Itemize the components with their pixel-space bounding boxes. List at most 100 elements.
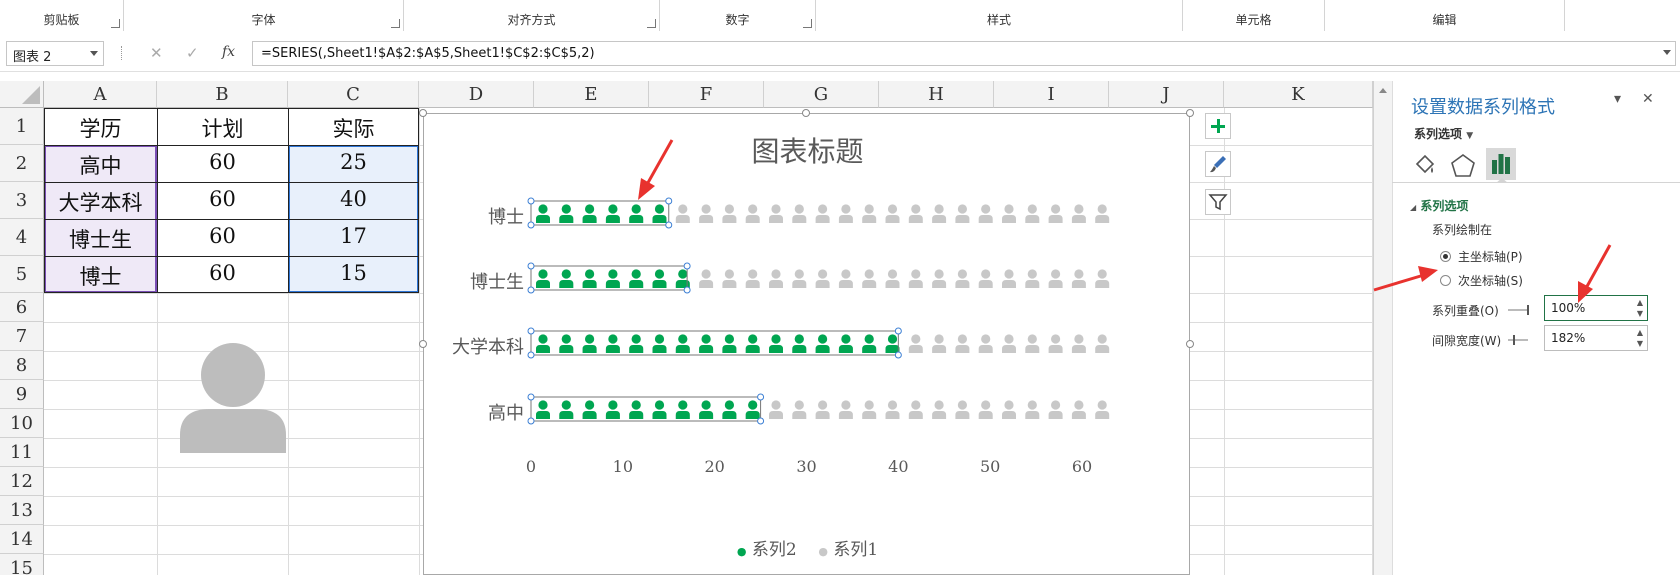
bar-handle[interactable] (683, 262, 691, 270)
row-header[interactable]: 5 (0, 256, 44, 293)
row-header[interactable]: 11 (0, 438, 44, 467)
ribbon-group-editing[interactable]: 编辑 (1325, 0, 1565, 31)
bar-handle[interactable] (894, 327, 902, 335)
primary-axis-radio[interactable] (1440, 251, 1451, 262)
person-mark[interactable] (745, 334, 760, 353)
legend-entry-series1[interactable]: ● 系列1 (818, 540, 878, 560)
secondary-axis-label[interactable]: 次坐标轴(S) (1458, 272, 1523, 289)
fx-icon[interactable]: fx (222, 44, 235, 60)
row-header[interactable]: 4 (0, 219, 44, 256)
cell-b5[interactable]: 60 (157, 261, 288, 285)
chart-filters-button[interactable] (1205, 189, 1231, 215)
person-mark[interactable] (792, 334, 807, 353)
row-header[interactable]: 8 (0, 351, 44, 380)
ribbon-group-font[interactable]: 字体 (124, 0, 404, 31)
chart-legend[interactable]: ● 系列2 ● 系列1 (424, 535, 1191, 560)
name-box[interactable]: 图表 2 (6, 41, 104, 66)
ghost-person-mark[interactable] (978, 204, 993, 223)
ghost-person-mark[interactable] (1048, 334, 1063, 353)
dialog-launcher-icon[interactable] (391, 19, 400, 28)
cell-b4[interactable]: 60 (157, 224, 288, 248)
ghost-person-mark[interactable] (769, 269, 783, 288)
chevron-down-icon[interactable] (90, 51, 98, 56)
person-mark[interactable] (675, 334, 690, 353)
dialog-launcher-icon[interactable] (803, 19, 812, 28)
column-header-b[interactable]: B (157, 81, 288, 108)
ghost-person-mark[interactable] (932, 400, 947, 419)
person-mark[interactable] (815, 334, 830, 353)
resize-handle[interactable] (419, 340, 427, 348)
row-header[interactable]: 10 (0, 409, 44, 438)
ghost-person-mark[interactable] (1025, 400, 1040, 419)
row-header[interactable]: 15 (0, 554, 44, 575)
bar-handle[interactable] (757, 417, 765, 425)
ghost-person-mark[interactable] (862, 269, 877, 288)
enter-icon[interactable]: ✓ (186, 44, 199, 62)
ghost-person-mark[interactable] (1002, 204, 1016, 223)
person-mark[interactable] (722, 400, 737, 419)
chart-styles-button[interactable] (1205, 151, 1231, 177)
person-mark[interactable] (675, 400, 690, 419)
bar-handle[interactable] (757, 393, 765, 401)
select-all-corner[interactable] (0, 81, 44, 108)
ribbon-group-styles[interactable]: 样式 (816, 0, 1183, 31)
row-header[interactable]: 7 (0, 322, 44, 351)
column-header-e[interactable]: E (534, 81, 649, 108)
ghost-person-mark[interactable] (792, 400, 807, 419)
ghost-person-mark[interactable] (1095, 400, 1110, 419)
ribbon-group-clipboard[interactable]: 剪贴板 (0, 0, 124, 31)
bar-handle[interactable] (665, 221, 673, 229)
ghost-person-mark[interactable] (838, 400, 853, 419)
person-mark[interactable] (652, 334, 667, 353)
ghost-person-mark[interactable] (908, 269, 923, 288)
ghost-person-mark[interactable] (1002, 400, 1016, 419)
person-mark[interactable] (745, 400, 760, 419)
person-mark[interactable] (652, 269, 667, 288)
ghost-person-mark[interactable] (1002, 334, 1016, 353)
chart-title[interactable]: 图表标题 (424, 130, 1191, 170)
ghost-person-mark[interactable] (769, 400, 783, 419)
column-header-k[interactable]: K (1224, 81, 1373, 108)
person-mark[interactable] (536, 334, 550, 353)
column-header-c[interactable]: C (288, 81, 419, 108)
cell-a5[interactable]: 博士 (44, 261, 157, 291)
ghost-person-mark[interactable] (1048, 269, 1063, 288)
row-header[interactable]: 1 (0, 108, 44, 145)
ghost-person-mark[interactable] (932, 269, 947, 288)
cell-c5[interactable]: 15 (288, 261, 419, 285)
cell-b2[interactable]: 60 (157, 150, 288, 174)
ghost-person-mark[interactable] (815, 400, 830, 419)
ghost-person-mark[interactable] (838, 269, 853, 288)
ghost-person-mark[interactable] (722, 269, 737, 288)
pane-menu-icon[interactable]: ▾ (1614, 91, 1621, 107)
pane-scrollbar[interactable] (1374, 81, 1393, 575)
resize-handle[interactable] (1186, 109, 1194, 117)
ghost-person-mark[interactable] (675, 204, 690, 223)
ghost-person-mark[interactable] (885, 269, 900, 288)
bar-handle[interactable] (527, 393, 535, 401)
resize-handle[interactable] (419, 109, 427, 117)
ribbon-group-cells[interactable]: 单元格 (1183, 0, 1325, 31)
person-picture-icon[interactable] (180, 343, 286, 453)
row-header[interactable]: 12 (0, 467, 44, 496)
ghost-person-mark[interactable] (955, 334, 970, 353)
cell-a4[interactable]: 博士生 (44, 224, 157, 254)
bar-handle[interactable] (665, 197, 673, 205)
spin-down-icon[interactable]: ▼ (1637, 339, 1643, 348)
effects-icon[interactable] (1448, 151, 1478, 181)
primary-axis-label[interactable]: 主坐标轴(P) (1458, 248, 1523, 265)
resize-handle[interactable] (1186, 340, 1194, 348)
bar-handle[interactable] (527, 197, 535, 205)
spin-up-icon[interactable]: ▲ (1637, 328, 1643, 337)
person-mark[interactable] (559, 400, 574, 419)
row-header[interactable]: 2 (0, 145, 44, 182)
person-mark[interactable] (675, 269, 690, 288)
bar-handle[interactable] (527, 351, 535, 359)
ghost-person-mark[interactable] (1095, 269, 1110, 288)
ghost-person-mark[interactable] (1002, 269, 1016, 288)
overlap-spinner[interactable]: 100% ▲ ▼ (1544, 295, 1648, 321)
gap-width-spinner[interactable]: 182% ▲ ▼ (1544, 325, 1648, 351)
spin-up-icon[interactable]: ▲ (1637, 298, 1643, 307)
cell-c2[interactable]: 25 (288, 150, 419, 174)
ghost-person-mark[interactable] (699, 204, 714, 223)
